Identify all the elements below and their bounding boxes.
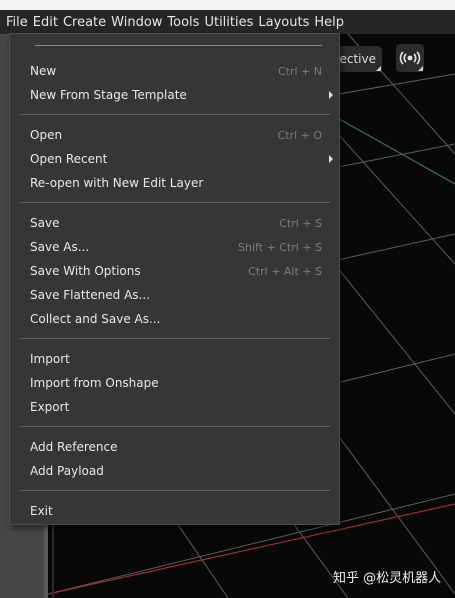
menu-item-label: Export (30, 400, 70, 414)
shortcut-label: Shift + Ctrl + S (238, 240, 322, 254)
menu-item-reopen-new-edit-layer[interactable]: Re-open with New Edit Layer (10, 171, 339, 195)
menu-item-save[interactable]: Save Ctrl + S (10, 211, 339, 235)
menu-layouts[interactable]: Layouts (258, 15, 309, 30)
menu-item-label: Import (30, 352, 70, 366)
menu-item-label: Save Flattened As... (30, 288, 150, 302)
menu-item-export[interactable]: Export (10, 395, 339, 419)
menu-help[interactable]: Help (314, 15, 344, 30)
menu-item-label: Collect and Save As... (30, 312, 161, 326)
menu-item-label: Add Reference (30, 440, 118, 454)
menu-separator (20, 114, 330, 115)
menu-separator (20, 426, 330, 427)
menu-utilities[interactable]: Utilities (204, 15, 253, 30)
shortcut-label: Ctrl + Alt + S (248, 264, 322, 278)
menu-item-label: New (30, 64, 57, 78)
shortcut-label: Ctrl + O (277, 128, 322, 142)
shortcut-label: Ctrl + S (279, 216, 322, 230)
menu-item-open-recent[interactable]: Open Recent (10, 147, 339, 171)
menu-item-new[interactable]: New Ctrl + N (10, 59, 339, 83)
menu-window[interactable]: Window (111, 15, 162, 30)
menu-item-import-from-onshape[interactable]: Import from Onshape (10, 371, 339, 395)
main-menubar: File Edit Create Window Tools Utilities … (0, 10, 455, 34)
menu-item-label: Import from Onshape (30, 376, 159, 390)
menu-item-label: Open Recent (30, 152, 108, 166)
menu-item-new-from-stage-template[interactable]: New From Stage Template (10, 83, 339, 107)
menu-create[interactable]: Create (63, 15, 106, 30)
menu-item-label: Open (30, 128, 63, 142)
menu-separator (20, 338, 330, 339)
menu-item-label: Re-open with New Edit Layer (30, 176, 204, 190)
menu-item-collect-and-save-as[interactable]: Collect and Save As... (10, 307, 339, 331)
menu-item-save-flattened-as[interactable]: Save Flattened As... (10, 283, 339, 307)
submenu-arrow-icon (329, 91, 333, 99)
shortcut-label: Ctrl + N (277, 64, 322, 78)
menu-item-label: Save (30, 216, 60, 230)
submenu-arrow-icon (329, 155, 333, 163)
menu-item-save-with-options[interactable]: Save With Options Ctrl + Alt + S (10, 259, 339, 283)
file-menu: New Ctrl + N New From Stage Template Ope… (9, 33, 340, 525)
menu-item-label: Save With Options (30, 264, 141, 278)
menu-item-label: Add Payload (30, 464, 104, 478)
menu-tools[interactable]: Tools (167, 15, 199, 30)
broadcast-icon (399, 51, 421, 65)
menu-file[interactable]: File (6, 15, 28, 30)
broadcast-button[interactable] (396, 44, 424, 72)
menu-item-add-payload[interactable]: Add Payload (10, 459, 339, 483)
menu-separator (20, 202, 330, 203)
menu-item-add-reference[interactable]: Add Reference (10, 435, 339, 459)
menu-item-exit[interactable]: Exit (10, 499, 339, 523)
menu-edit[interactable]: Edit (33, 15, 58, 30)
menu-separator (20, 490, 330, 491)
menu-item-label: Exit (30, 504, 53, 518)
menu-tearoff[interactable] (35, 45, 322, 46)
dropdown-corner-icon (376, 66, 381, 71)
watermark-text: 知乎 @松灵机器人 (333, 571, 442, 586)
menu-item-label: New From Stage Template (30, 88, 187, 102)
menu-item-label: Save As... (30, 240, 90, 254)
menu-item-save-as[interactable]: Save As... Shift + Ctrl + S (10, 235, 339, 259)
window-title-strip (0, 0, 455, 10)
dropdown-corner-icon (418, 66, 423, 71)
menu-item-open[interactable]: Open Ctrl + O (10, 123, 339, 147)
menu-item-import[interactable]: Import (10, 347, 339, 371)
